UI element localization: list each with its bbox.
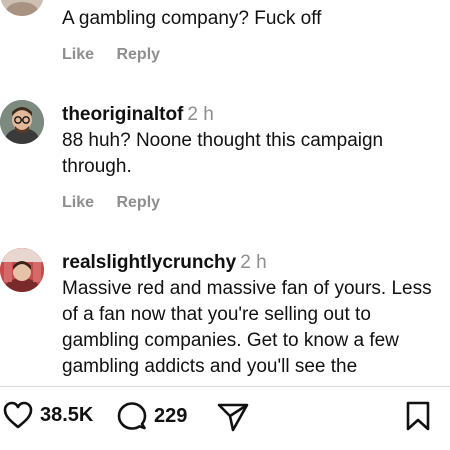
username[interactable]: realslightlycrunchy 2 h xyxy=(62,252,267,274)
save-button[interactable] xyxy=(404,400,432,432)
username[interactable]: theoriginaltof 2 h xyxy=(62,104,214,126)
heart-icon[interactable] xyxy=(2,400,34,430)
post-action-bar: 38.5K 229 xyxy=(0,388,450,450)
username-label[interactable]: theoriginaltof xyxy=(62,104,183,125)
like-button[interactable]: Like xyxy=(62,194,94,211)
reply-button[interactable]: Reply xyxy=(116,194,160,211)
comment-3: realslightlycrunchy 2 h Massive red and m… xyxy=(0,244,450,384)
likes-count: 38.5K xyxy=(40,403,94,426)
bottom-divider xyxy=(0,386,450,387)
timestamp: 2 h xyxy=(187,104,214,125)
comment-icon[interactable] xyxy=(116,400,148,432)
comment-text: Massive red and massive fan of yours. Le… xyxy=(62,278,432,377)
comment-2: theoriginaltof 2 h 88 huh? Noone thought … xyxy=(0,96,450,226)
comments-count: 229 xyxy=(154,404,188,427)
comment-actions: Like Reply xyxy=(62,194,178,212)
like-button[interactable]: Like xyxy=(62,46,94,63)
timestamp: 2 h xyxy=(240,252,267,273)
comment-1: A gambling company? Fuck off Like Reply xyxy=(0,0,450,80)
comment-text: 88 huh? Noone thought this campaign thro… xyxy=(62,130,384,177)
username-label[interactable]: realslightlycrunchy xyxy=(62,252,236,273)
comment-actions: Like Reply xyxy=(62,46,178,64)
comment-post-button[interactable]: 229 xyxy=(116,400,187,432)
bookmark-icon[interactable] xyxy=(404,400,432,432)
avatar[interactable] xyxy=(0,248,44,292)
reply-button[interactable]: Reply xyxy=(116,46,160,63)
like-post-button[interactable]: 38.5K xyxy=(2,400,93,430)
avatar[interactable] xyxy=(0,0,44,16)
share-button[interactable] xyxy=(216,401,250,433)
share-icon[interactable] xyxy=(216,401,250,433)
comment-text: A gambling company? Fuck off xyxy=(62,8,322,29)
avatar[interactable] xyxy=(0,100,44,144)
